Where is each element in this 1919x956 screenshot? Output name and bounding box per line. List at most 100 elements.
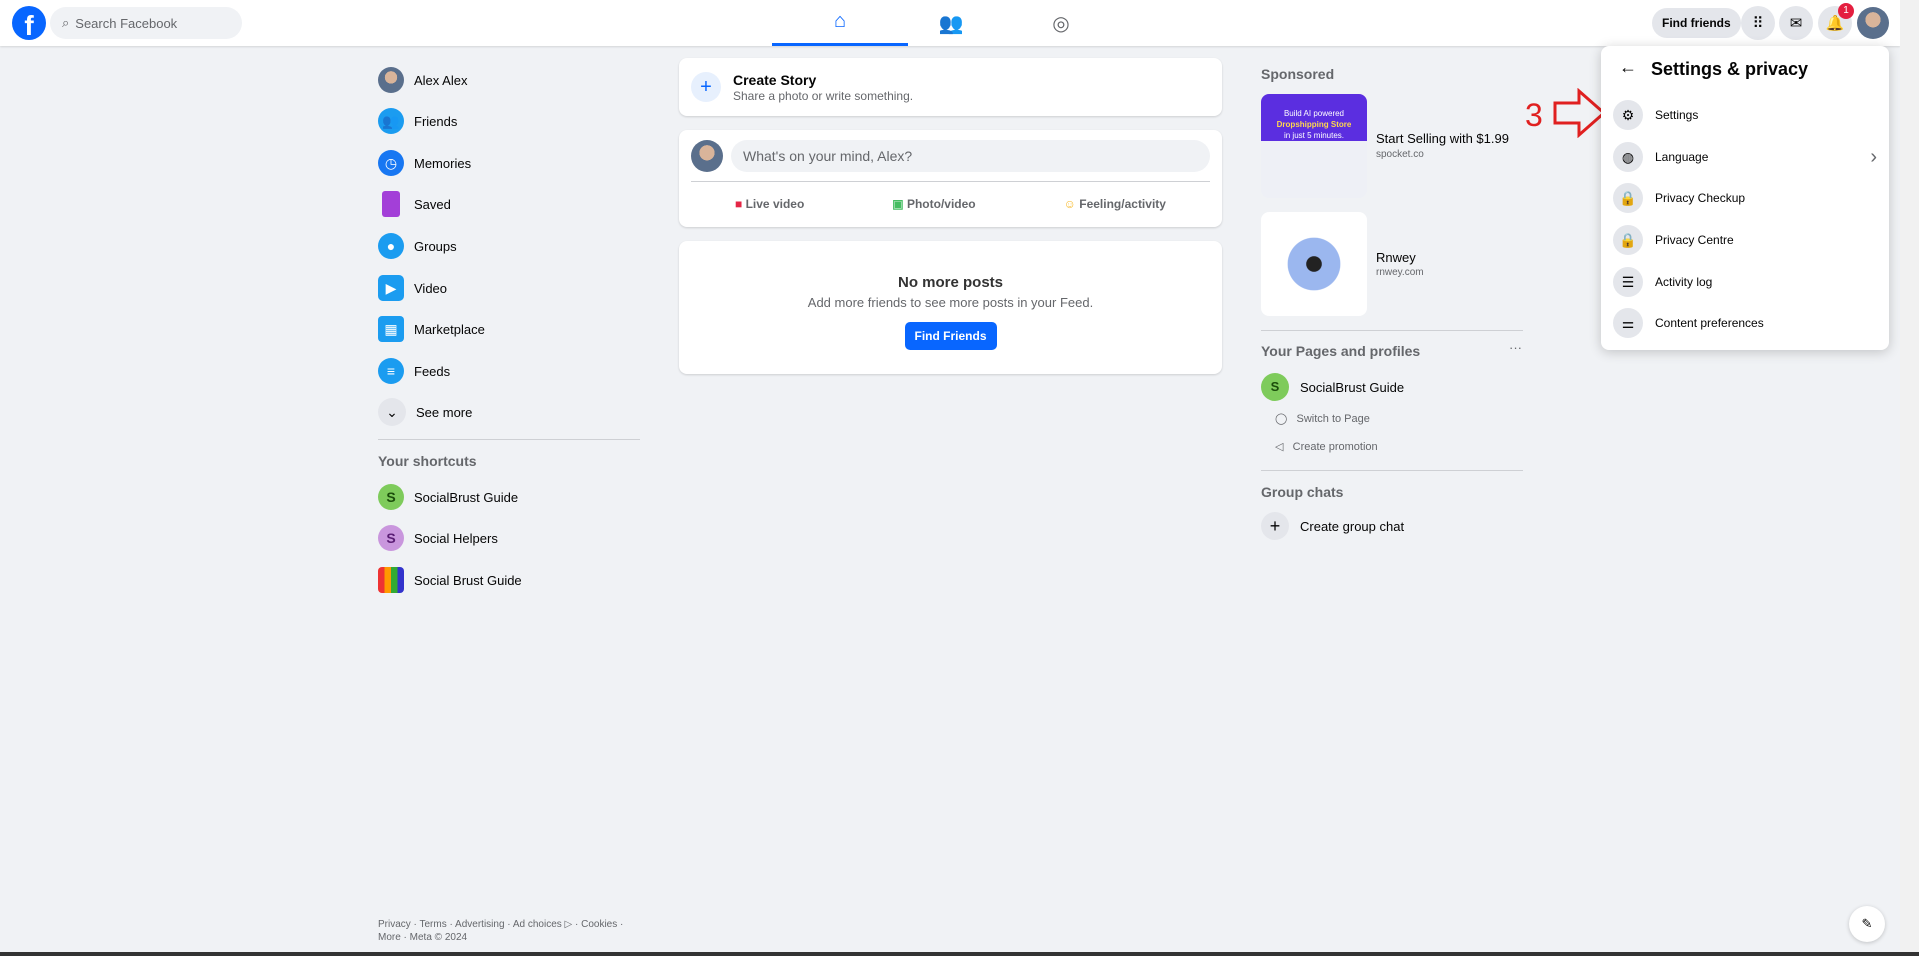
smiley-icon: ☺: [1063, 197, 1080, 211]
switch-to-page[interactable]: ◯ Switch to Page: [1275, 412, 1370, 425]
left-sidebar: Alex Alex 👥 Friends ◷ Memories Saved ● Grou…: [378, 0, 640, 600]
divider: [1261, 330, 1523, 331]
friends-icon: 👥: [938, 12, 964, 35]
menu-item-privacy-checkup[interactable]: 🔒 Privacy Checkup: [1613, 178, 1877, 218]
find-friends-button[interactable]: Find friends: [1652, 8, 1741, 38]
ad-image[interactable]: [1261, 212, 1367, 316]
new-message-button[interactable]: ✎: [1849, 906, 1885, 942]
create-promotion[interactable]: ◁ Create promotion: [1275, 440, 1378, 453]
sliders-icon: ⚌: [1613, 308, 1643, 338]
gear-icon: ⚙: [1613, 100, 1643, 130]
sidebar-see-more[interactable]: ⌄ See more: [378, 392, 472, 432]
story-subtitle: Share a photo or write something.: [733, 89, 914, 103]
search-icon: ⌕: [62, 15, 70, 30]
groups-icon: ●: [378, 233, 404, 259]
avatar: [378, 67, 404, 93]
marketplace-icon: ▦: [378, 316, 404, 342]
sidebar-item-video[interactable]: ▶ Video: [378, 268, 447, 308]
menu-item-settings[interactable]: ⚙ Settings: [1613, 95, 1877, 135]
divider: [378, 439, 640, 440]
account-avatar[interactable]: [1857, 7, 1889, 39]
menu-item-language[interactable]: ◍ Language ›: [1613, 137, 1877, 177]
settings-privacy-menu: ← Settings & privacy ⚙ Settings ◍ Language…: [1601, 46, 1889, 350]
scrollbar[interactable]: [1900, 0, 1919, 952]
page-name[interactable]: SocialBrust Guide: [1300, 380, 1404, 395]
compose-icon: ✎: [1861, 916, 1873, 931]
back-arrow-icon[interactable]: ←: [1619, 57, 1637, 78]
ad-domain: spocket.co: [1376, 149, 1424, 160]
shortcut-item[interactable]: S Social Helpers: [378, 518, 498, 558]
page-avatar[interactable]: S: [1261, 373, 1289, 401]
messenger-button[interactable]: ✉: [1779, 6, 1813, 40]
memories-icon: ◷: [378, 150, 404, 176]
divider: [691, 181, 1210, 182]
divider: [1261, 470, 1523, 471]
chevron-down-icon: ⌄: [378, 398, 406, 426]
shortcut-avatar: [378, 567, 404, 593]
empty-subtitle: Add more friends to see more posts in yo…: [807, 295, 1094, 310]
notification-badge: 1: [1838, 3, 1854, 19]
find-friends-feed-button[interactable]: Find Friends: [904, 322, 997, 350]
shortcut-item[interactable]: Social Brust Guide: [378, 560, 522, 600]
groups-icon: ◎: [1052, 12, 1070, 35]
search-input[interactable]: ⌕ Search Facebook: [50, 7, 242, 39]
plus-icon: +: [691, 72, 721, 102]
live-video-button[interactable]: ■ Live video: [735, 197, 804, 211]
footer-links[interactable]: Privacy · Terms · Advertising · Ad choic…: [378, 918, 648, 944]
ad-title[interactable]: Rnwey: [1376, 250, 1416, 265]
globe-icon: ◍: [1613, 142, 1643, 172]
shortcuts-title: Your shortcuts: [378, 453, 477, 469]
live-video-icon: ■: [735, 197, 746, 211]
menu-title: Settings & privacy: [1651, 59, 1809, 79]
sidebar-item-friends[interactable]: 👥 Friends: [378, 101, 457, 141]
avatar: [691, 140, 723, 172]
friends-icon: 👥: [378, 108, 404, 134]
sidebar-item-feeds[interactable]: ≡ Feeds: [378, 351, 450, 391]
right-column: Sponsored Build AI powered Dropshipping S…: [1261, 0, 1523, 560]
megaphone-icon: ◁: [1275, 441, 1293, 453]
photo-video-button[interactable]: ▣ Photo/video: [892, 197, 975, 211]
create-group-chat[interactable]: Create group chat: [1300, 519, 1404, 534]
annotation-step-number: 3: [1525, 97, 1543, 133]
create-story-card[interactable]: + Create Story Share a photo or write so…: [679, 58, 1222, 116]
plus-icon[interactable]: +: [1261, 512, 1289, 540]
taskbar-edge: [0, 952, 1919, 956]
ad-title[interactable]: Start Selling with $1.99: [1376, 131, 1509, 146]
menu-item-content-preferences[interactable]: ⚌ Content preferences: [1613, 303, 1877, 343]
sidebar-item-groups[interactable]: ● Groups: [378, 226, 457, 266]
facebook-logo[interactable]: f: [12, 6, 46, 40]
saved-icon: [382, 191, 400, 217]
shortcut-avatar: S: [378, 525, 404, 551]
sponsored-title: Sponsored: [1261, 66, 1335, 82]
feeling-activity-button[interactable]: ☺ Feeling/activity: [1064, 197, 1166, 211]
sidebar-item-saved[interactable]: Saved: [378, 184, 451, 224]
lock-icon: 🔒: [1613, 225, 1643, 255]
list-icon: ☰: [1613, 267, 1643, 297]
menu-item-privacy-centre[interactable]: 🔒 Privacy Centre: [1613, 220, 1877, 260]
ad-image[interactable]: Build AI powered Dropshipping Store in jus…: [1261, 94, 1367, 198]
grid-icon: ⠿: [1752, 15, 1764, 32]
menu-item-activity-log[interactable]: ☰ Activity log: [1613, 262, 1877, 302]
ad-domain: rnwey.com: [1376, 267, 1424, 278]
no-posts-card: No more posts Add more friends to see mo…: [679, 241, 1222, 374]
photo-icon: ▣: [892, 197, 907, 211]
empty-title: No more posts: [897, 274, 1003, 291]
switch-profile-icon: ◯: [1275, 413, 1297, 425]
menu-grid-button[interactable]: ⠿: [1741, 6, 1775, 40]
lock-check-icon: 🔒: [1613, 183, 1643, 213]
annotation-arrow-icon: [1553, 88, 1607, 138]
composer-input[interactable]: What's on your mind, Alex?: [731, 140, 1210, 172]
messenger-icon: ✉: [1789, 15, 1803, 32]
pages-title: Your Pages and profiles: [1261, 343, 1421, 359]
nav-groups[interactable]: ◎: [993, 0, 1129, 46]
home-icon: ⌂: [833, 10, 847, 32]
story-title: Create Story: [733, 72, 817, 88]
sidebar-item-marketplace[interactable]: ▦ Marketplace: [378, 309, 485, 349]
feeds-icon: ≡: [378, 358, 404, 384]
sidebar-item-profile[interactable]: Alex Alex: [378, 60, 467, 100]
shortcut-item[interactable]: S SocialBrust Guide: [378, 477, 518, 517]
more-options-icon[interactable]: ···: [1509, 340, 1522, 355]
shortcut-avatar: S: [378, 484, 404, 510]
group-chats-title: Group chats: [1261, 484, 1344, 500]
sidebar-item-memories[interactable]: ◷ Memories: [378, 143, 471, 183]
